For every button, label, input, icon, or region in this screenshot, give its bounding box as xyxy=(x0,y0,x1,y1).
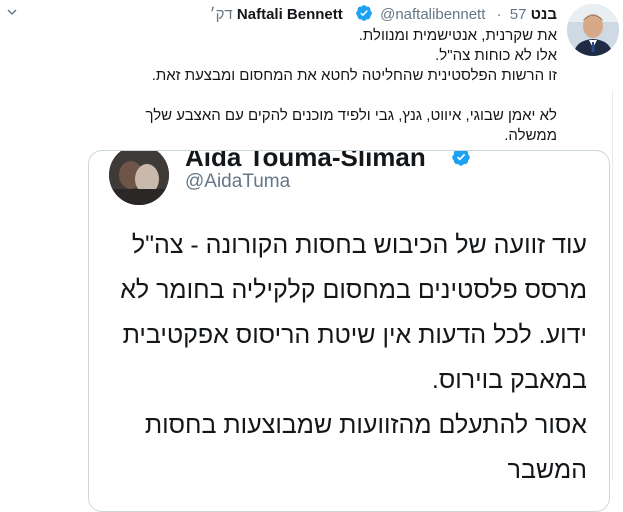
author-name-hebrew[interactable]: בנט xyxy=(531,6,557,23)
tweet-text: את שקרנית, אנטישמית ומנוולת. אלו לא כוחו… xyxy=(37,26,557,146)
quoted-tweet-text: עוד זוועה של הכיבוש בחסות הקורונה - צה"ל… xyxy=(107,223,587,493)
tweet-line: לא יאמן שבוגי, איווט, גנץ, גבי ולפיד מוכ… xyxy=(145,107,557,124)
author-handle[interactable]: @naftalibennett xyxy=(380,6,485,23)
separator-dot: · xyxy=(496,6,502,24)
author-name-english[interactable]: Naftali Bennett xyxy=(237,6,343,23)
quoted-line: עוד זוועה של הכיבוש בחסות הקורונה - צה"ל xyxy=(131,231,587,259)
verified-badge-icon xyxy=(356,5,372,21)
quoted-line: ידוע. לכל הדעות אין שיטת הריסוס אפקטיבית xyxy=(122,321,587,349)
chevron-down-icon[interactable] xyxy=(6,6,18,18)
tweet-line: אלו לא כוחות צה"ל. xyxy=(435,47,557,64)
quoted-line: המשבר xyxy=(507,456,587,484)
tweet-header: בנט Naftali Bennett @naftalibennett · 57… xyxy=(210,4,557,26)
quoted-author-name: Aida Touma-Sliman xyxy=(185,150,426,172)
tweet-line: ממשלה. xyxy=(504,127,557,144)
quoted-line: מרסס פלסטינים במחסום קלקיליה בחומר לא xyxy=(120,276,587,304)
tweet-line: את שקרנית, אנטישמית ומנוולת. xyxy=(358,27,557,44)
quoted-line: אסור להתעלם מהזוועות שמבוצעות בחסות xyxy=(144,411,587,439)
quoted-author-handle: @AidaTuma xyxy=(185,171,291,192)
quoted-author-avatar xyxy=(109,151,169,205)
timeline-divider xyxy=(612,90,613,480)
quoted-tweet-card[interactable]: Aida Touma-Sliman @AidaTuma עוד זוועה של… xyxy=(88,150,610,512)
author-avatar[interactable] xyxy=(567,4,619,56)
tweet-line: זו הרשות הפלסטינית שהחליטה לחטא את המחסו… xyxy=(151,67,557,84)
verified-badge-icon xyxy=(452,151,470,166)
quoted-line: במאבק בוירוס. xyxy=(431,366,587,394)
tweet[interactable]: בנט Naftali Bennett @naftalibennett · 57… xyxy=(0,0,623,512)
